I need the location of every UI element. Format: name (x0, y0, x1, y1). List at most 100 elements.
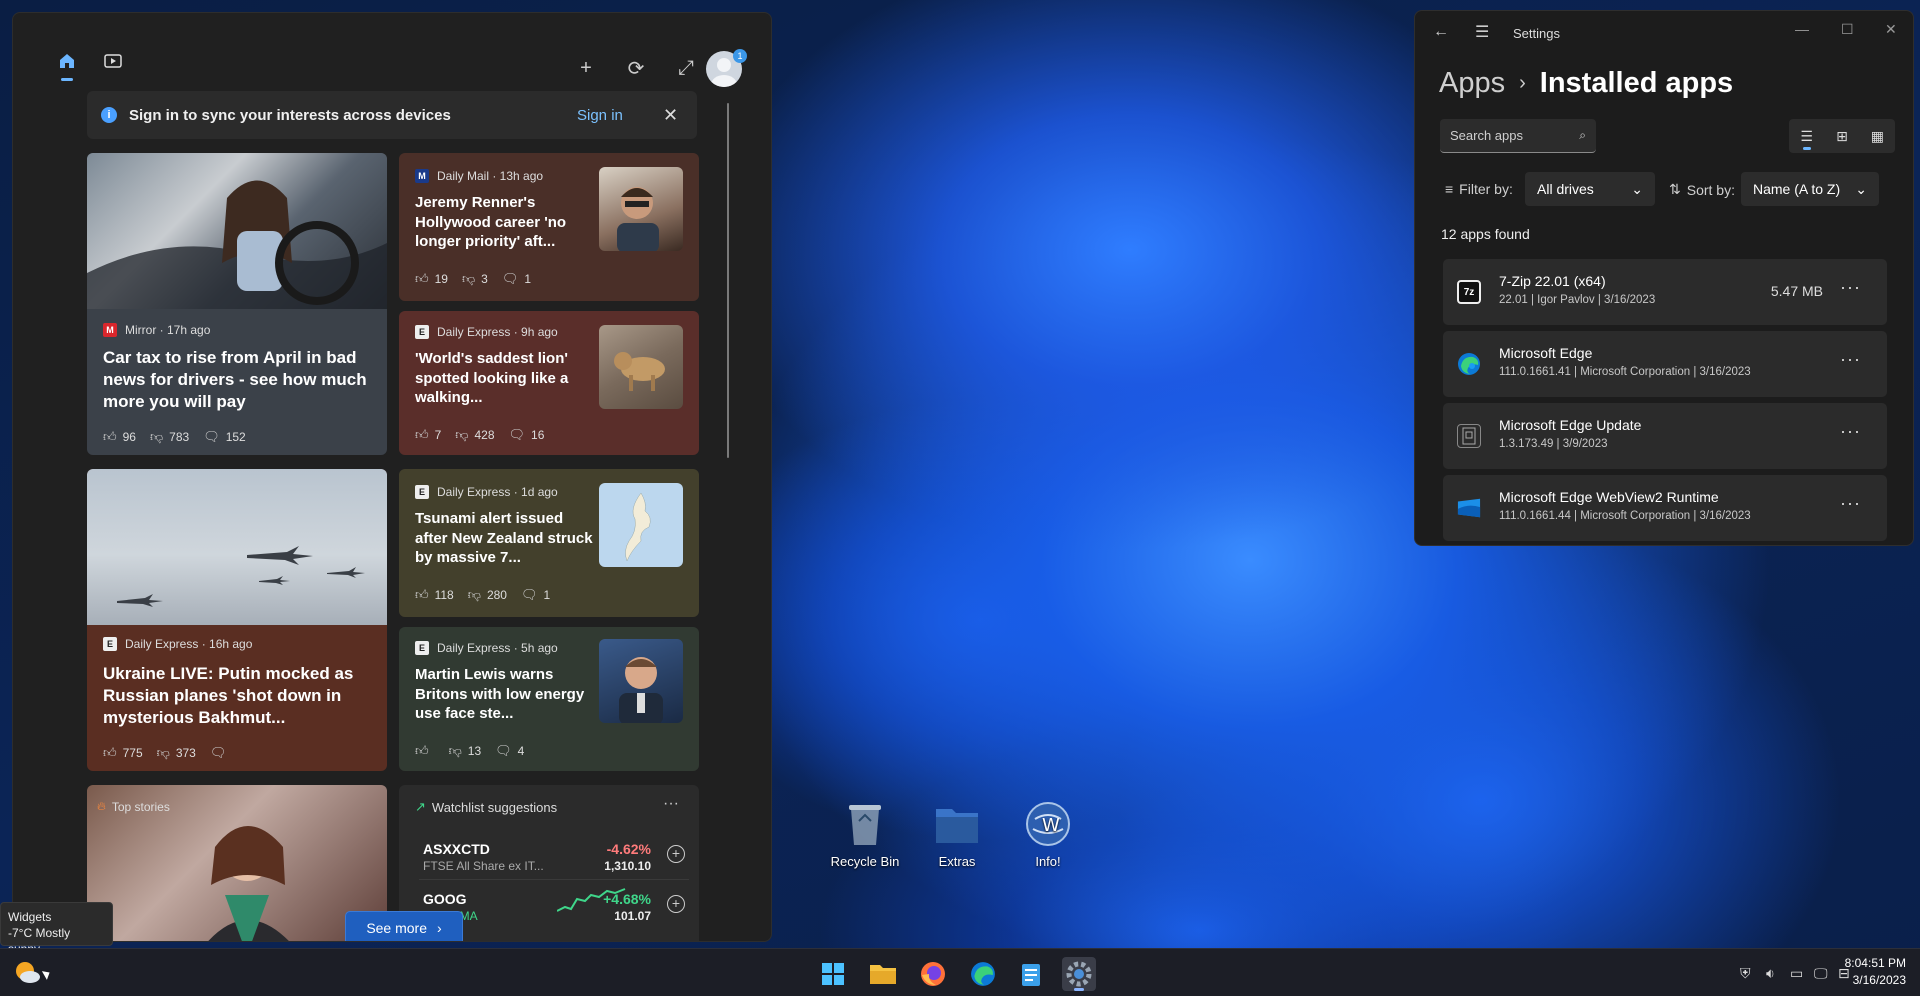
settings-window: ← ☰ Settings — ☐ ✕ Apps › Installed apps… (1414, 10, 1914, 546)
app-row-edge-update[interactable]: Microsoft Edge Update 1.3.173.49 | 3/9/2… (1443, 403, 1887, 469)
scrollbar[interactable] (727, 103, 729, 458)
comment-button[interactable]: 🗨︎ 152 (203, 429, 246, 445)
chevron-right-icon: › (437, 920, 442, 936)
news-card-lion[interactable]: E Daily Express · 9h ago 'World's saddes… (399, 311, 699, 455)
news-title[interactable]: Ukraine LIVE: Putin mocked as Russian pl… (103, 663, 375, 729)
volume-icon[interactable]: 🔉︎ (1766, 965, 1775, 982)
video-icon[interactable] (95, 43, 131, 79)
sort-value: Name (A to Z) (1753, 181, 1841, 197)
file-explorer-icon[interactable] (866, 957, 900, 991)
expand-icon[interactable]: ⤢ (671, 53, 701, 83)
like-button[interactable]: 👍︎ 19 (415, 271, 448, 287)
start-icon[interactable] (816, 957, 850, 991)
defender-icon[interactable]: ⛨ (1740, 965, 1751, 982)
edge-icon[interactable] (966, 957, 1000, 991)
breadcrumb-apps[interactable]: Apps (1439, 67, 1505, 100)
comment-count: 4 (517, 744, 525, 758)
filter-dropdown[interactable]: All drives ⌄ (1525, 172, 1655, 206)
news-card-car-tax[interactable]: M Mirror · 17h ago Car tax to rise from … (87, 153, 387, 455)
add-to-watchlist-icon[interactable]: + (667, 845, 685, 863)
thumbs-down-icon: 👎︎ (461, 271, 476, 286)
news-card-tsunami[interactable]: E Daily Express · 1d ago Tsunami alert i… (399, 469, 699, 617)
stock-name: FTSE All Share ex IT... (423, 859, 544, 873)
thumbs-down-icon: 👎︎ (149, 429, 164, 444)
more-options-icon[interactable]: ··· (1840, 349, 1861, 370)
more-options-icon[interactable]: ··· (1840, 421, 1861, 442)
app-row-webview2[interactable]: Microsoft Edge WebView2 Runtime 111.0.16… (1443, 475, 1887, 541)
close-icon[interactable]: ✕ (663, 105, 678, 126)
news-title[interactable]: Jeremy Renner's Hollywood career 'no lon… (415, 193, 593, 252)
refresh-icon[interactable]: ⟳ (621, 53, 651, 83)
top-stories-card[interactable]: 🔥︎ Top stories (87, 785, 387, 941)
dislike-button[interactable]: 👎︎ 280 (468, 587, 507, 603)
window-title: Settings (1513, 26, 1560, 41)
desktop-icon-info[interactable]: W Info! (1003, 800, 1093, 869)
grid-view-icon[interactable]: ▦ (1864, 123, 1890, 149)
like-button[interactable]: 👍︎ 96 (103, 429, 136, 445)
sort-dropdown[interactable]: Name (A to Z) ⌄ (1741, 172, 1879, 206)
more-options-icon[interactable]: ··· (1840, 277, 1861, 298)
close-window-icon[interactable]: ✕ (1885, 21, 1897, 38)
desktop-icon-recycle-bin[interactable]: Recycle Bin (820, 800, 910, 869)
dislike-button[interactable]: 👎︎ 13 (449, 743, 482, 759)
list-view-icon[interactable]: ☰ (1794, 123, 1820, 150)
news-source-label: Daily Express · 5h ago (437, 641, 558, 655)
comment-button[interactable]: 🗨︎ 1 (502, 271, 531, 287)
dislike-button[interactable]: 👎︎ 373 (157, 745, 196, 761)
sign-in-banner: i Sign in to sync your interests across … (87, 91, 697, 139)
taskbar: ⛨ 🔉︎ ▭ 🖵︎ ⊟ 8:04:51 PM 3/16/2023 (0, 948, 1920, 996)
app-row-edge[interactable]: Microsoft Edge 111.0.1661.41 | Microsoft… (1443, 331, 1887, 397)
comment-button[interactable]: 🗨︎ 16 (509, 427, 545, 443)
notepad-icon[interactable] (1014, 957, 1048, 991)
comment-button[interactable]: 🗨︎ 4 (495, 743, 524, 759)
dislike-button[interactable]: 👎︎ 428 (455, 427, 494, 443)
news-card-ukraine[interactable]: E Daily Express · 16h ago Ukraine LIVE: … (87, 469, 387, 771)
news-card-renner[interactable]: M Daily Mail · 13h ago Jeremy Renner's H… (399, 153, 699, 301)
daily-express-logo-icon: E (103, 637, 117, 651)
dislike-button[interactable]: 👎︎ 783 (150, 429, 189, 445)
news-title[interactable]: Martin Lewis warns Britons with low ener… (415, 665, 593, 724)
like-button[interactable]: 👍︎ 118 (415, 587, 454, 603)
add-to-watchlist-icon[interactable]: + (667, 895, 685, 913)
car-tax-image (87, 153, 387, 309)
news-title[interactable]: 'World's saddest lion' spotted looking l… (415, 349, 593, 408)
news-card-martin-lewis[interactable]: E Daily Express · 5h ago Martin Lewis wa… (399, 627, 699, 771)
minimize-icon[interactable]: — (1795, 21, 1809, 37)
network-icon[interactable]: ▭ (1790, 965, 1803, 982)
hamburger-menu-icon[interactable]: ☰ (1475, 22, 1489, 42)
firefox-icon[interactable] (916, 957, 950, 991)
display-icon[interactable]: 🖵︎ (1814, 965, 1828, 982)
desktop-icon-extras[interactable]: Extras (912, 800, 1002, 869)
watchlist-more-button[interactable]: ··· (663, 795, 679, 813)
comment-button[interactable]: 🗨︎ 1 (521, 587, 550, 603)
like-button[interactable]: 👍︎ 7 (415, 427, 441, 443)
app-name: Microsoft Edge Update (1499, 417, 1642, 433)
like-button[interactable]: 👍︎ (415, 743, 435, 759)
maximize-icon[interactable]: ☐ (1841, 21, 1854, 38)
see-more-button[interactable]: See more › (345, 911, 463, 941)
comment-icon: 🗨︎ (508, 427, 526, 442)
like-button[interactable]: 👍︎ 775 (103, 745, 143, 761)
weather-widget-icon[interactable] (12, 957, 42, 987)
dislike-button[interactable]: 👎︎ 3 (462, 271, 488, 287)
add-icon[interactable]: + (571, 53, 601, 83)
app-meta: 1.3.173.49 | 3/9/2023 (1499, 438, 1608, 450)
comment-icon: 🗨︎ (501, 271, 519, 286)
sign-in-link[interactable]: Sign in (577, 107, 623, 124)
settings-titlebar: ← ☰ Settings — ☐ ✕ (1415, 11, 1913, 55)
search-apps-input[interactable]: Search apps ⌕ (1440, 119, 1596, 153)
tile-view-icon[interactable]: ⊞ (1829, 123, 1855, 149)
watchlist-row[interactable]: ASXXCTD FTSE All Share ex IT... -4.62% 1… (419, 833, 689, 877)
widgets-tooltip: Widgets -7°C Mostly sunny (0, 902, 113, 956)
news-title[interactable]: Car tax to rise from April in bad news f… (103, 347, 375, 413)
clock[interactable]: 8:04:51 PM 3/16/2023 (1845, 955, 1906, 990)
more-options-icon[interactable]: ··· (1840, 493, 1861, 514)
news-title[interactable]: Tsunami alert issued after New Zealand s… (415, 509, 593, 568)
news-source: E Daily Express · 16h ago (103, 637, 252, 651)
comment-button[interactable]: 🗨︎ (210, 745, 233, 761)
back-arrow-icon[interactable]: ← (1433, 23, 1449, 41)
app-row-7zip[interactable]: 7z 7-Zip 22.01 (x64) 22.01 | Igor Pavlov… (1443, 259, 1887, 325)
settings-icon[interactable] (1062, 957, 1096, 991)
home-icon[interactable] (49, 43, 85, 81)
clock-date: 3/16/2023 (1852, 973, 1906, 988)
